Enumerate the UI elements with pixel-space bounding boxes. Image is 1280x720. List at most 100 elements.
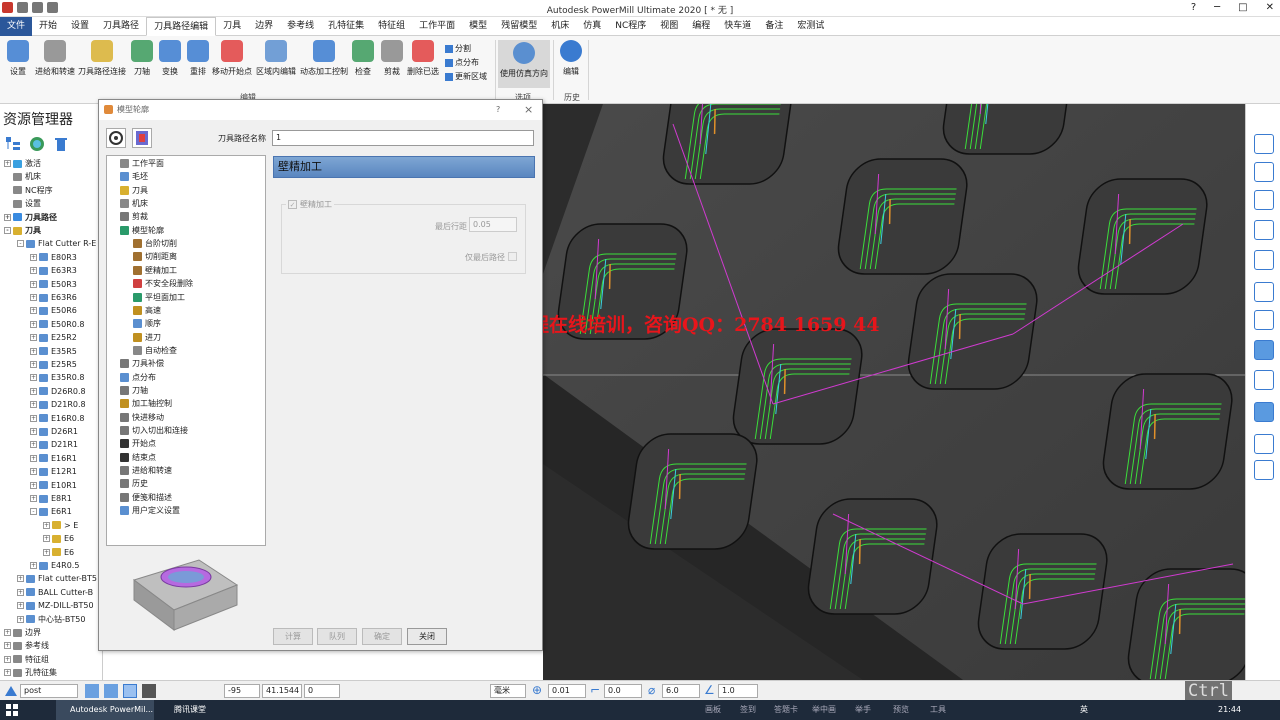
strategy-tree-item[interactable]: 加工轴控制 [120,397,172,410]
explorer-item[interactable]: + E63R6 [30,291,77,304]
explorer-item[interactable]: + D26R0.8 [30,385,86,398]
explorer-item[interactable]: + D21R1 [30,438,78,451]
expand-icon[interactable]: + [30,334,37,342]
expand-icon[interactable]: + [30,481,37,489]
taskbar-tencent[interactable]: 腾讯课堂 [160,700,230,720]
explorer-item[interactable]: + 刀具路径 [4,211,57,224]
strategy-tree-item[interactable]: 便笺和描述 [120,491,172,504]
explorer-item[interactable]: 机床 [4,170,41,183]
globe-icon[interactable] [29,136,45,152]
expand-icon[interactable]: + [30,441,37,449]
expand-icon[interactable]: + [43,548,50,556]
menu-10[interactable]: 工作平面 [412,17,462,36]
explorer-item[interactable]: + E50R3 [30,278,77,291]
tree-view-icon[interactable] [5,136,21,152]
expand-icon[interactable]: + [30,468,37,476]
explorer-item[interactable]: + > E [43,519,78,532]
ribbon-small-0[interactable]: 分割 [445,43,471,54]
strategy-tree-item[interactable]: 结束点 [120,451,156,464]
explorer-item[interactable]: + E50R6 [30,304,77,317]
menu-1[interactable]: 开始 [32,17,64,36]
menu-14[interactable]: 仿真 [576,17,608,36]
expand-icon[interactable]: + [43,521,50,529]
explorer-item[interactable]: + E16R1 [30,452,77,465]
strategy-tree-item[interactable]: 开始点 [120,437,156,450]
strategy-tree-item[interactable]: 高速 [133,304,161,317]
menu-4[interactable]: 刀具路径编辑 [146,16,217,36]
explorer-item[interactable]: + E63R3 [30,264,77,277]
ribbon-small-2[interactable]: 更新区域 [445,71,487,82]
strategy-tree-item[interactable]: 机床 [120,197,148,210]
strategy-tree-item[interactable]: 剪裁 [120,210,148,223]
explorer-item[interactable]: + 参考线 [4,639,49,652]
strategy-tree-item[interactable]: 毛坯 [120,170,148,183]
expand-icon[interactable]: + [30,307,37,315]
tool-icon[interactable] [142,684,156,698]
strategy-tree-item[interactable]: 不安全段删除 [133,277,193,290]
strategy-tree-item[interactable]: 用户定义设置 [120,504,180,517]
tray-item-6[interactable]: 工具 [930,700,946,720]
explorer-item[interactable]: + E4R0.5 [30,559,79,572]
z-coordinate[interactable]: 0 [304,684,340,698]
preview-toggle-icon[interactable] [132,128,152,148]
expand-icon[interactable]: + [30,347,37,355]
view-cube-icon[interactable] [1254,134,1274,154]
menu-13[interactable]: 机床 [544,17,576,36]
stock-field[interactable]: 0.0 [604,684,642,698]
strategy-tree-item[interactable]: 刀具 [120,184,148,197]
explorer-item[interactable]: + 激活 [4,157,41,170]
cursor-icon[interactable] [1254,460,1274,480]
strategy-tree-item[interactable]: 切入切出和连接 [120,424,188,437]
menu-8[interactable]: 孔特征集 [321,17,371,36]
explorer-item[interactable]: + BALL Cutter-B [17,586,93,599]
expand-icon[interactable]: + [30,495,37,502]
expand-icon[interactable]: + [17,575,24,583]
menu-7[interactable]: 参考线 [280,17,321,36]
explorer-item[interactable]: NC程序 [4,184,53,197]
expand-icon[interactable]: + [30,454,37,462]
expand-icon[interactable]: + [4,642,11,650]
zoom-box-icon[interactable] [1254,282,1274,302]
expand-icon[interactable]: + [17,602,24,610]
strategy-tree-item[interactable]: 平坦面加工 [133,291,185,304]
dialog-help-button[interactable]: ? [496,100,500,120]
menu-3[interactable]: 刀具路径 [96,17,146,36]
close-icon[interactable]: ✕ [1266,2,1274,13]
3d-scene[interactable] [543,104,1245,680]
trash-icon[interactable] [53,136,69,152]
expand-icon[interactable]: + [30,294,37,301]
wireframe-icon[interactable] [1254,370,1274,390]
menu-5[interactable]: 刀具 [216,17,248,36]
expand-icon[interactable]: + [30,401,37,409]
snap-icon[interactable] [85,684,99,698]
menu-9[interactable]: 特征组 [371,17,412,36]
explorer-item[interactable]: + E50R0.8 [30,318,85,331]
expand-icon[interactable]: + [17,588,24,596]
dialog-close-button[interactable]: × [524,100,533,120]
explorer-item[interactable]: + 特征组 [4,653,49,666]
minimize-icon[interactable]: ─ [1214,2,1220,13]
tray-item-3[interactable]: 举中画 [812,700,836,720]
explorer-item[interactable]: + E35R5 [30,345,77,358]
units-select[interactable]: 毫米 [490,684,526,698]
sim-direction-button[interactable]: 使用仿真方向 [498,40,550,88]
explorer-item[interactable]: + 孔特征集 [4,666,57,679]
graphics-viewport[interactable] [543,104,1245,680]
ribbon-button-1[interactable]: 进给和转速 [35,40,75,77]
expand-icon[interactable]: + [17,615,24,623]
explorer-item[interactable]: + E16R0.8 [30,412,85,425]
expand-icon[interactable]: + [4,213,11,221]
ribbon-small-1[interactable]: 点分布 [445,57,479,68]
explorer-item[interactable]: - Flat Cutter R-E [17,237,96,250]
windows-start-icon[interactable] [6,704,18,716]
dialog-button-1[interactable]: 队列 [317,628,357,645]
tray-item-4[interactable]: 举手 [855,700,871,720]
ribbon-button-2[interactable]: 刀具路径连接 [78,40,126,77]
expand-icon[interactable]: + [4,629,11,636]
explorer-item[interactable]: - 刀具 [4,224,41,237]
dialog-button-2[interactable]: 确定 [362,628,402,645]
menu-19[interactable]: 备注 [758,17,790,36]
maximize-icon[interactable]: □ [1238,2,1247,13]
menu-20[interactable]: 宏测试 [790,17,831,36]
last-only-checkbox[interactable] [508,252,517,261]
